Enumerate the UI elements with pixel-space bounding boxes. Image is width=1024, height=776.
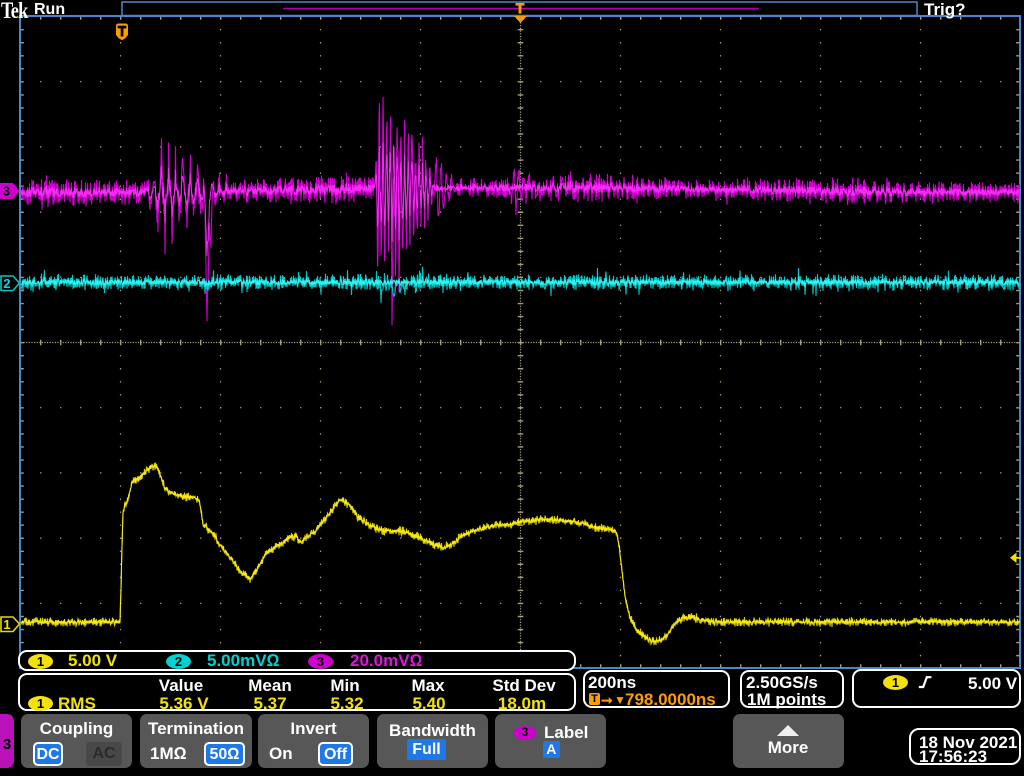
svg-text:3: 3 bbox=[3, 184, 10, 199]
svg-text:2: 2 bbox=[3, 276, 10, 291]
svg-text:1: 1 bbox=[3, 617, 10, 632]
